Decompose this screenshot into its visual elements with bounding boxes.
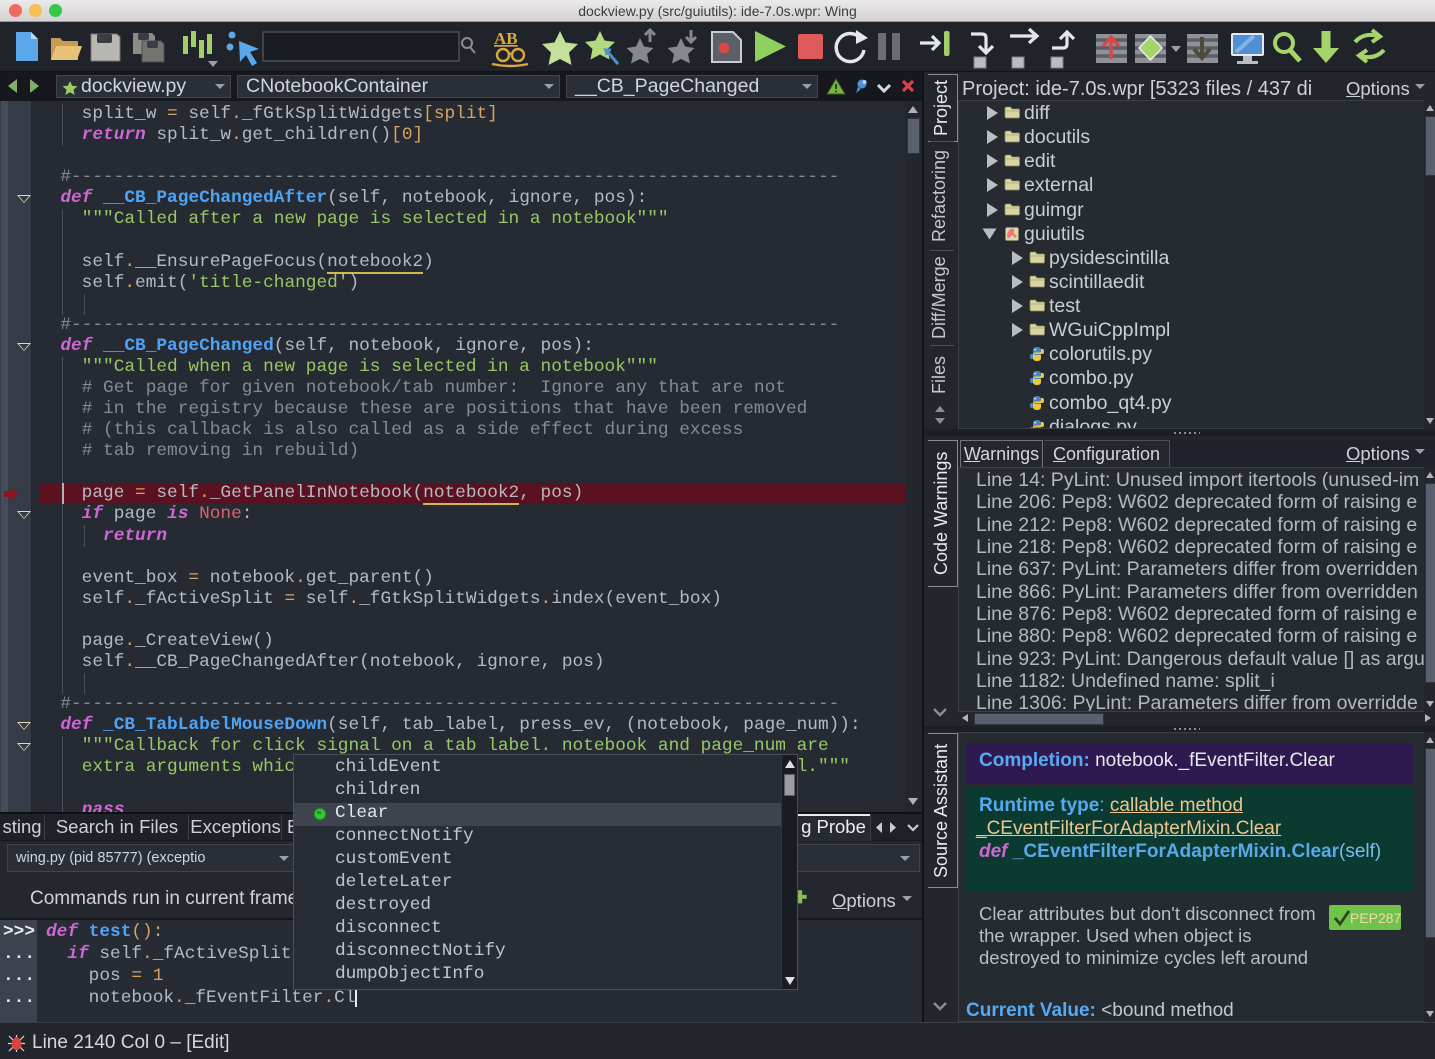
svg-text:AB: AB — [494, 29, 518, 48]
